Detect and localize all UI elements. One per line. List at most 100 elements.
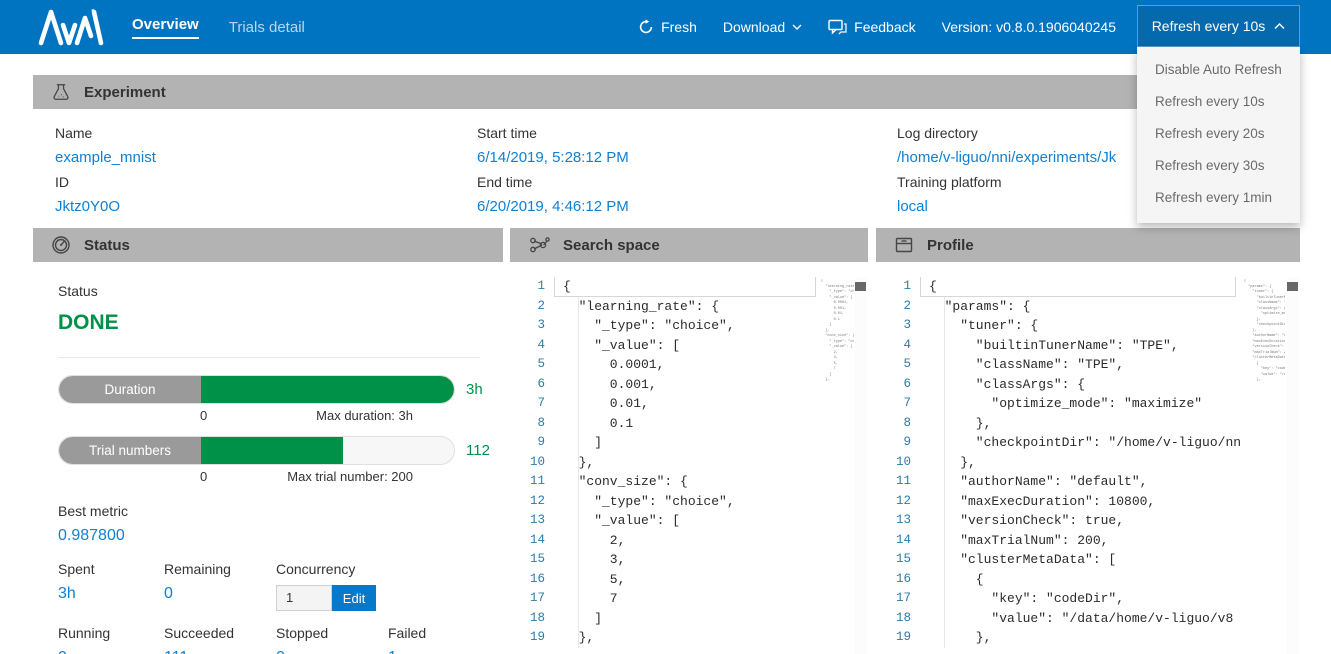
- code-text: "maxExecDuration": 10800,: [911, 492, 1155, 512]
- duration-bar-fill: [201, 376, 454, 403]
- duration-bar-scale: 0 Max duration: 3h: [58, 408, 455, 423]
- tab-overview[interactable]: Overview: [132, 16, 199, 39]
- code-text: "_type": "choice",: [545, 316, 735, 336]
- code-line: 9 "checkpointDir": "/home/v-liguo/nn: [876, 433, 1300, 453]
- failed-label: Failed: [388, 622, 480, 645]
- code-text: {: [911, 570, 984, 590]
- code-line: 4 "builtinTunerName": "TPE",: [876, 336, 1300, 356]
- line-number: 4: [876, 336, 911, 356]
- code-line: 15 "clusterMetaData": [: [876, 550, 1300, 570]
- profile-panel-header: Profile: [876, 228, 1300, 262]
- search-space-panel-title: Search space: [563, 237, 660, 254]
- line-number: 2: [876, 297, 911, 317]
- refresh-menu-item[interactable]: Refresh every 10s: [1137, 86, 1300, 118]
- trial-min: 0: [200, 469, 207, 484]
- code-line: 16 {: [876, 570, 1300, 590]
- code-line: 12 "maxExecDuration": 10800,: [876, 492, 1300, 512]
- code-text: "checkpointDir": "/home/v-liguo/nn: [911, 433, 1241, 453]
- line-number: 13: [876, 511, 911, 531]
- code-text: "learning_rate": {: [545, 297, 719, 317]
- flask-icon: [51, 82, 71, 102]
- stopped-value: 0: [276, 649, 388, 654]
- download-button[interactable]: Download: [723, 19, 802, 35]
- line-number: 16: [876, 570, 911, 590]
- name-label: Name: [55, 122, 156, 145]
- search-space-panel-header: Search space: [510, 228, 868, 262]
- code-line: 6 0.001,: [510, 375, 868, 395]
- name-value: example_mnist: [55, 145, 156, 171]
- profile-minimap[interactable]: { "params": { "tuner": { "builtinTunerNa…: [1241, 279, 1285, 654]
- archive-box-icon: [894, 235, 914, 255]
- code-text: "_value": [: [545, 511, 680, 531]
- code-text: "maxTrialNum": 200,: [911, 531, 1108, 551]
- refresh-menu-item[interactable]: Disable Auto Refresh: [1137, 54, 1300, 86]
- version-label: Version: v0.8.0.1906040245: [942, 19, 1116, 35]
- code-line: 14 2,: [510, 531, 868, 551]
- fresh-button[interactable]: Fresh: [638, 19, 697, 35]
- feedback-button[interactable]: Feedback: [828, 19, 915, 35]
- chevron-down-icon: [792, 24, 802, 30]
- feedback-icon: [828, 19, 847, 35]
- tab-trials-detail[interactable]: Trials detail: [229, 19, 305, 36]
- line-number: 7: [876, 394, 911, 414]
- refresh-menu-item[interactable]: Refresh every 1min: [1137, 182, 1300, 214]
- line-number: 14: [876, 531, 911, 551]
- code-text: "clusterMetaData": [: [911, 550, 1116, 570]
- status-label: Status: [58, 280, 480, 303]
- refresh-menu-item[interactable]: Refresh every 30s: [1137, 150, 1300, 182]
- succeeded-value: 111: [164, 649, 276, 654]
- code-line: 18 "value": "/data/home/v-liguo/v8: [876, 609, 1300, 629]
- scrollbar-thumb[interactable]: [1287, 282, 1298, 291]
- edit-button[interactable]: Edit: [332, 585, 376, 611]
- profile-panel: Profile 1{2 "params": {3 "tuner": {4 "bu…: [876, 228, 1300, 654]
- line-number: 15: [510, 550, 545, 570]
- code-text: "value": "/data/home/v-liguo/v8: [911, 609, 1233, 629]
- refresh-interval-button[interactable]: Refresh every 10s: [1137, 5, 1300, 47]
- spent-label: Spent: [58, 558, 164, 581]
- duration-min: 0: [200, 408, 207, 423]
- duration-max-label: Max duration: 3h: [316, 408, 413, 423]
- code-text: 0.001,: [545, 375, 657, 395]
- refresh-menu-item[interactable]: Refresh every 20s: [1137, 118, 1300, 150]
- code-text: 7: [545, 589, 618, 609]
- code-line: 16 5,: [510, 570, 868, 590]
- profile-panel-title: Profile: [927, 237, 974, 254]
- code-text: },: [911, 414, 991, 434]
- stopped-label: Stopped: [276, 622, 388, 645]
- line-number: 10: [876, 453, 911, 473]
- line-number: 5: [510, 355, 545, 375]
- code-text: "authorName": "default",: [911, 472, 1147, 492]
- code-text: 0.0001,: [545, 355, 664, 375]
- scrollbar-track[interactable]: [855, 277, 866, 654]
- trial-bar-label: Trial numbers: [59, 437, 201, 464]
- duration-bar-row: Duration 3h: [58, 375, 480, 404]
- code-line: 17 7: [510, 589, 868, 609]
- refresh-icon: [638, 19, 654, 35]
- code-line: 5 0.0001,: [510, 355, 868, 375]
- code-text: ]: [545, 609, 602, 629]
- line-number: 12: [876, 492, 911, 512]
- line-number: 4: [510, 336, 545, 356]
- code-text: "_value": [: [545, 336, 680, 356]
- line-number: 9: [876, 433, 911, 453]
- code-line: 2 "params": {: [876, 297, 1300, 317]
- code-line: 19 },: [876, 628, 1300, 648]
- nni-logo: [38, 7, 104, 47]
- code-text: "_type": "choice",: [545, 492, 735, 512]
- status-value: DONE: [58, 311, 480, 335]
- scrollbar-thumb[interactable]: [855, 282, 866, 291]
- code-text: ]: [545, 433, 602, 453]
- code-text: "optimize_mode": "maximize": [911, 394, 1202, 414]
- status-panel-title: Status: [84, 237, 130, 254]
- line-number: 18: [510, 609, 545, 629]
- gauge-icon: [51, 235, 71, 255]
- concurrency-input[interactable]: 1: [276, 585, 332, 611]
- line-number: 2: [510, 297, 545, 317]
- search-space-editor[interactable]: 1{2 "learning_rate": {3 "_type": "choice…: [510, 277, 868, 654]
- profile-editor[interactable]: 1{2 "params": {3 "tuner": {4 "builtinTun…: [876, 277, 1300, 654]
- line-number: 17: [876, 589, 911, 609]
- scrollbar-track[interactable]: [1287, 277, 1298, 654]
- search-space-minimap[interactable]: { "learning_rate": { "_type": "choice", …: [818, 279, 854, 654]
- code-text: "classArgs": {: [911, 375, 1085, 395]
- best-metric-value: 0.987800: [58, 527, 480, 545]
